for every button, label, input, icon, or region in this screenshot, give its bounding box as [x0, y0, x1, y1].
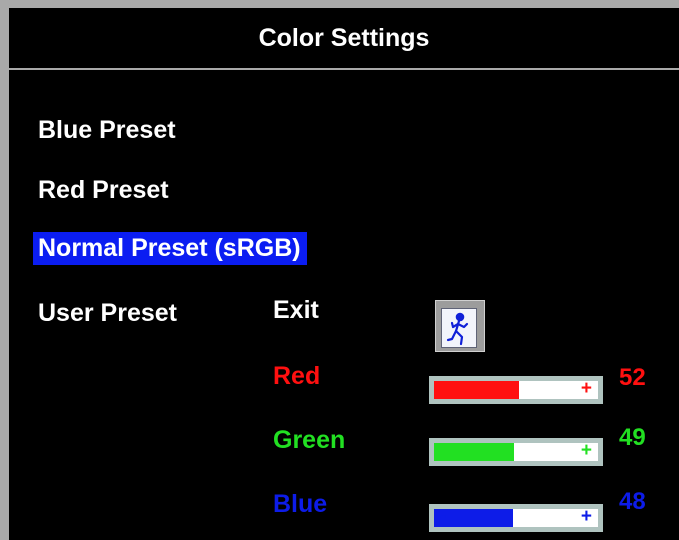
color-settings-osd: Color Settings Blue Preset Red Preset No…	[0, 0, 679, 540]
minus-icon[interactable]: -	[440, 506, 446, 528]
menu-item-blue-preset[interactable]: Blue Preset	[38, 116, 176, 145]
channel-label-blue[interactable]: Blue	[273, 490, 327, 519]
minus-icon[interactable]: -	[440, 378, 446, 400]
slider-track-blue	[434, 509, 598, 527]
slider-track-red	[434, 381, 598, 399]
slider-fill-red	[434, 381, 520, 399]
channel-label-red[interactable]: Red	[273, 362, 320, 391]
minus-icon[interactable]: -	[440, 440, 446, 462]
channel-value-blue: 48	[619, 488, 646, 515]
slider-red[interactable]: - +	[429, 376, 603, 404]
exit-label[interactable]: Exit	[273, 296, 319, 325]
slider-green[interactable]: - +	[429, 438, 603, 466]
plus-icon[interactable]: +	[581, 378, 592, 400]
slider-blue[interactable]: - +	[429, 504, 603, 532]
slider-track-green	[434, 443, 598, 461]
menu-item-user-preset[interactable]: User Preset	[38, 299, 177, 328]
plus-icon[interactable]: +	[581, 440, 592, 462]
channel-value-green: 49	[619, 424, 646, 451]
exit-door-icon[interactable]	[435, 300, 485, 352]
menu-item-red-preset[interactable]: Red Preset	[38, 176, 169, 205]
title-bar: Color Settings	[9, 8, 679, 70]
running-figure-icon	[446, 312, 469, 346]
channel-label-green[interactable]: Green	[273, 426, 345, 455]
page-title: Color Settings	[258, 23, 430, 52]
plus-icon[interactable]: +	[581, 506, 592, 528]
channel-value-red: 52	[619, 364, 646, 391]
menu-item-normal-preset[interactable]: Normal Preset (sRGB)	[33, 232, 307, 265]
